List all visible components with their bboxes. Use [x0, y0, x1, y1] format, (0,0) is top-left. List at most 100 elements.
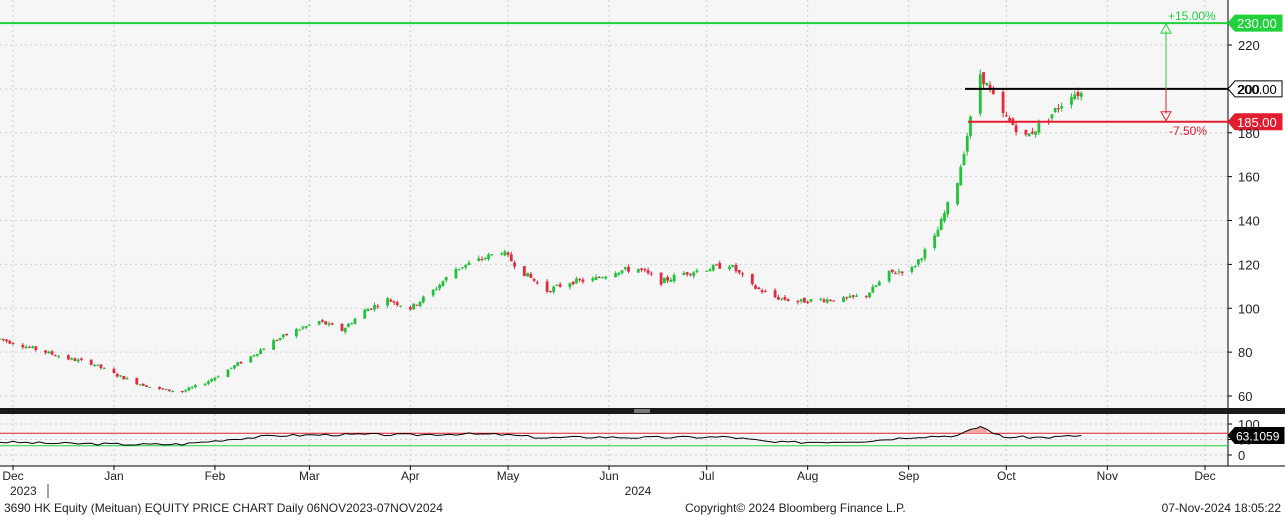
candle-body	[1050, 114, 1054, 119]
candle-body	[213, 377, 217, 381]
candle-body	[1079, 92, 1083, 97]
candle-body	[871, 286, 875, 293]
candle-body	[171, 391, 175, 393]
candle-body	[783, 297, 787, 300]
candle-body	[418, 301, 422, 307]
candle-body	[389, 299, 393, 302]
candle-body	[408, 307, 412, 310]
candle-body	[347, 324, 350, 328]
candle-body	[933, 235, 937, 248]
candle-body	[50, 351, 54, 355]
candle-body	[535, 282, 539, 284]
candle-body	[910, 266, 914, 272]
candle-body	[842, 297, 845, 302]
candle-body	[226, 369, 230, 378]
candle-body	[685, 272, 689, 275]
candle-body	[392, 301, 396, 303]
candle-body	[662, 278, 666, 284]
footer: 3690 HK Equity (Meituan) EQUITY PRICE CH…	[0, 499, 1285, 517]
candle-body	[506, 252, 510, 255]
candle-body	[552, 286, 556, 292]
candle-body	[96, 364, 100, 366]
candle-body	[490, 254, 494, 256]
candle-body	[145, 385, 148, 387]
candle-body	[461, 267, 464, 269]
candle-body	[89, 359, 93, 365]
candle-body	[877, 281, 881, 286]
candle-body	[731, 265, 735, 267]
month-label: Dec	[2, 469, 23, 483]
candle-body	[190, 387, 194, 389]
price-panel-bg	[0, 0, 1228, 408]
candle-body	[438, 284, 442, 289]
candle-body	[845, 297, 849, 299]
candle-body	[1014, 125, 1018, 133]
candle-body	[1034, 131, 1038, 135]
minus-percent-label: -7.50%	[1169, 124, 1207, 138]
candle-body	[913, 265, 917, 268]
candle-body	[620, 270, 624, 274]
candle-body	[115, 374, 119, 377]
candle-body	[822, 299, 826, 302]
candle-body	[412, 303, 416, 310]
candle-body	[1076, 92, 1080, 97]
candle-body	[304, 326, 308, 328]
month-label: Jan	[104, 469, 123, 483]
candle-body	[666, 277, 670, 281]
candle-body	[617, 272, 621, 275]
candle-body	[1060, 106, 1064, 109]
candle-body	[718, 263, 722, 269]
month-label: Nov	[1097, 469, 1118, 483]
candle-body	[135, 378, 139, 385]
candle-body	[578, 279, 582, 281]
candle-body	[894, 273, 898, 275]
candle-body	[480, 258, 484, 260]
candle-body	[923, 249, 927, 259]
candle-body	[571, 281, 575, 285]
candle-body	[1070, 97, 1073, 105]
candle-body	[819, 298, 823, 300]
candle-body	[102, 368, 106, 370]
candle-body	[1008, 118, 1011, 121]
candle-body	[513, 262, 516, 267]
candle-body	[122, 375, 126, 380]
candle-body	[457, 268, 461, 270]
candle-body	[164, 388, 168, 391]
month-label: Jun	[599, 469, 618, 483]
candle-body	[728, 266, 731, 269]
price-ytick-label: 60	[1238, 389, 1252, 404]
candle-body	[978, 74, 982, 114]
candle-body	[936, 229, 940, 237]
candle-body	[601, 277, 604, 279]
candle-body	[956, 183, 959, 205]
month-label: Apr	[401, 469, 420, 483]
candle-body	[1073, 94, 1077, 100]
candle-body	[780, 298, 784, 300]
candle-body	[532, 278, 536, 281]
candle-body	[558, 284, 562, 287]
candle-body	[646, 270, 650, 274]
candle-body	[11, 343, 15, 345]
candle-body	[369, 308, 373, 310]
candle-body	[307, 324, 311, 326]
month-label: Mar	[299, 469, 320, 483]
candle-body	[623, 267, 627, 270]
candle-body	[119, 375, 122, 377]
candle-body	[27, 346, 31, 348]
price-chart: 6080100120140160180200220050100Dec Jan Feb…	[0, 0, 1285, 498]
candle-body	[874, 285, 878, 287]
candle-body	[239, 361, 243, 364]
candle-body	[763, 291, 767, 293]
candle-body	[604, 276, 608, 279]
candle-body	[233, 365, 236, 369]
candle-body	[399, 305, 402, 307]
candle-body	[851, 295, 855, 297]
candle-body	[786, 299, 790, 302]
candle-body	[93, 365, 96, 367]
candle-body	[855, 295, 858, 297]
candle-body	[70, 358, 74, 360]
candle-body	[900, 271, 904, 274]
candle-body	[734, 265, 738, 272]
candle-body	[548, 291, 552, 293]
candle-body	[350, 323, 354, 325]
